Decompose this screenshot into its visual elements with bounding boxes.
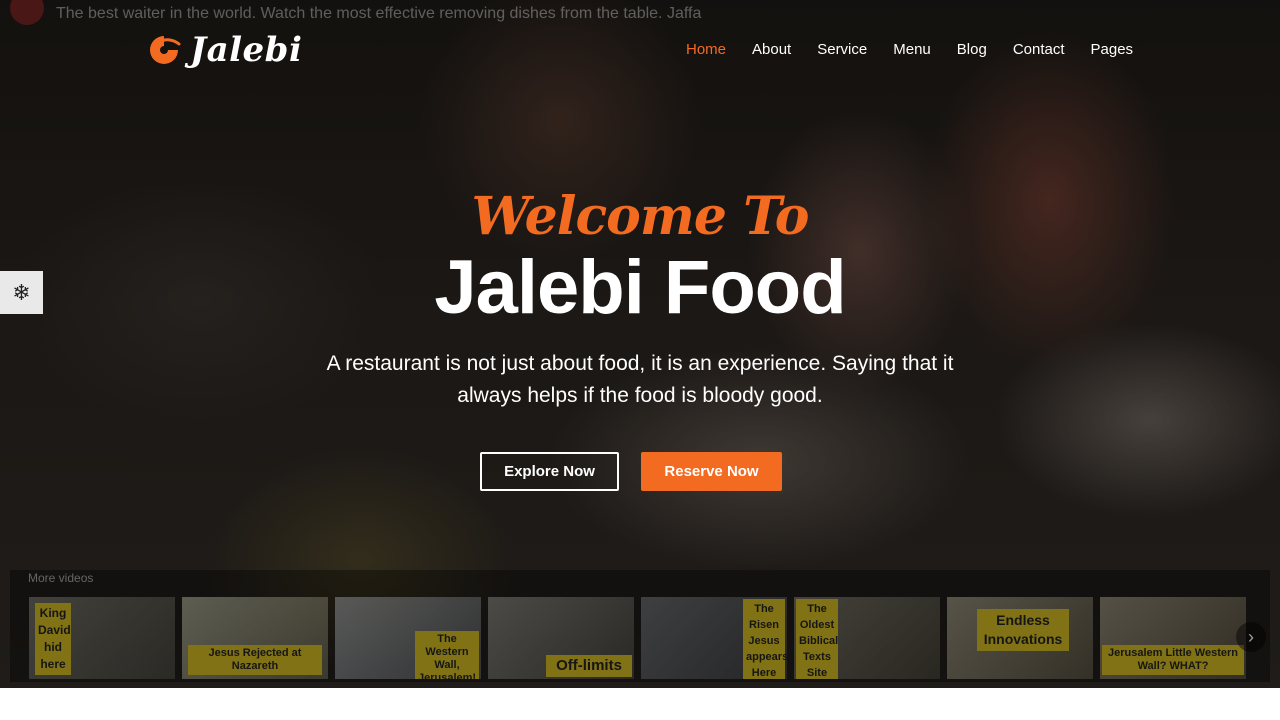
nav-item-menu[interactable]: Menu <box>893 38 931 62</box>
thumbnail-caption: The Risen Jesus appears Here <box>743 599 787 679</box>
thumbnail-caption: Off-limits <box>546 655 632 677</box>
nav-item-pages[interactable]: Pages <box>1091 38 1134 62</box>
chevron-right-icon[interactable]: › <box>1236 622 1266 652</box>
explore-now-button[interactable]: Explore Now <box>480 452 619 491</box>
video-thumbnail[interactable]: The Risen Jesus appears Here <box>641 597 787 679</box>
hero-headline: Jalebi Food <box>434 245 846 330</box>
nav-item-service[interactable]: Service <box>817 38 867 62</box>
thumbnail-caption: The Oldest Biblical Texts Site <box>796 599 838 679</box>
video-title[interactable]: The best waiter in the world. Watch the … <box>56 5 701 23</box>
reserve-now-button[interactable]: Reserve Now <box>641 452 782 491</box>
video-thumbnail[interactable]: Jerusalem Little Western Wall? WHAT? <box>1100 597 1246 679</box>
video-title-bar[interactable]: The best waiter in the world. Watch the … <box>10 0 701 28</box>
main-nav: Home About Service Menu Blog Contact Pag… <box>686 38 1159 62</box>
hero-background: The best waiter in the world. Watch the … <box>0 0 1280 688</box>
more-videos-list: King David hid here Jesus Rejected at Na… <box>29 597 1246 679</box>
video-thumbnail[interactable]: Off-limits <box>488 597 634 679</box>
more-videos-label: More videos <box>28 571 94 585</box>
logo-text: Jalebi <box>190 30 303 70</box>
nav-item-contact[interactable]: Contact <box>1013 38 1065 62</box>
welcome-text: Welcome To <box>471 186 810 247</box>
thumbnail-caption: Jerusalem Little Western Wall? WHAT? <box>1102 645 1244 675</box>
site-logo[interactable]: Jalebi <box>146 30 302 70</box>
thumbnail-caption: King David hid here <box>35 603 71 675</box>
nav-item-blog[interactable]: Blog <box>957 38 987 62</box>
thumbnail-caption: Endless Innovations <box>977 609 1069 651</box>
channel-avatar[interactable] <box>10 0 44 25</box>
video-thumbnail[interactable]: The Oldest Biblical Texts Site <box>794 597 940 679</box>
video-thumbnail[interactable]: The Western Wall, Jerusalem! <box>335 597 481 679</box>
hero-tagline: A restaurant is not just about food, it … <box>326 352 954 407</box>
nav-item-home[interactable]: Home <box>686 38 726 62</box>
thumbnail-caption: The Western Wall, Jerusalem! <box>415 631 479 679</box>
logo-icon <box>146 32 182 68</box>
video-thumbnail[interactable]: King David hid here <box>29 597 175 679</box>
thumbnail-caption: Jesus Rejected at Nazareth <box>188 645 322 675</box>
nav-item-about[interactable]: About <box>752 38 791 62</box>
video-thumbnail[interactable]: Endless Innovations <box>947 597 1093 679</box>
video-thumbnail[interactable]: Jesus Rejected at Nazareth <box>182 597 328 679</box>
